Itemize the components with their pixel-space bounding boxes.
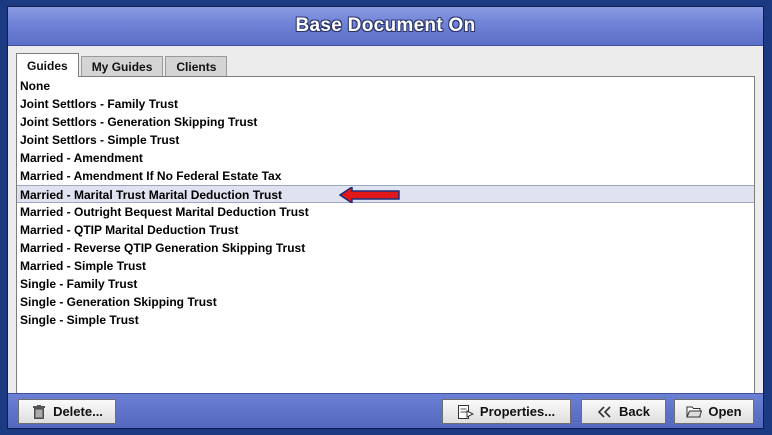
list-item[interactable]: Married - Simple Trust [17, 257, 754, 275]
list-item[interactable]: Married - Outright Bequest Marital Deduc… [17, 203, 754, 221]
tab-my-guides[interactable]: My Guides [80, 56, 164, 76]
list-item-none[interactable]: None [17, 77, 754, 95]
list-item-selected[interactable]: Married - Marital Trust Marital Deductio… [17, 185, 754, 203]
tab-strip: Guides My Guides Clients [16, 52, 229, 77]
list-item[interactable]: Joint Settlors - Simple Trust [17, 131, 754, 149]
properties-button-label: Properties... [479, 404, 556, 419]
window-title: Base Document On [295, 15, 476, 36]
list-item[interactable]: Married - Amendment [17, 149, 754, 167]
open-button-label: Open [708, 404, 742, 419]
list-item[interactable]: Married - Reverse QTIP Generation Skippi… [17, 239, 754, 257]
list-item[interactable]: Joint Settlors - Generation Skipping Tru… [17, 113, 754, 131]
tab-guides[interactable]: Guides [16, 53, 79, 77]
list-item[interactable]: Joint Settlors - Family Trust [17, 95, 754, 113]
back-button-label: Back [618, 404, 651, 419]
trash-icon [31, 404, 47, 420]
base-document-dialog: Base Document On Guides My Guides Client… [7, 6, 764, 429]
red-arrow-icon [339, 187, 400, 203]
list-item[interactable]: Married - Amendment If No Federal Estate… [17, 167, 754, 185]
button-bar: Delete... Properties... Back Open [8, 393, 763, 428]
list-item[interactable]: Single - Simple Trust [17, 311, 754, 329]
tab-clients[interactable]: Clients [165, 56, 228, 76]
back-button[interactable]: Back [581, 399, 666, 424]
open-button[interactable]: Open [674, 399, 754, 424]
list-item[interactable]: Single - Family Trust [17, 275, 754, 293]
open-folder-icon [686, 404, 703, 420]
delete-button[interactable]: Delete... [18, 399, 116, 424]
guides-list[interactable]: None Joint Settlors - Family Trust Joint… [16, 76, 755, 395]
list-item-label: Married - Marital Trust Marital Deductio… [20, 188, 283, 202]
list-item[interactable]: Single - Generation Skipping Trust [17, 293, 754, 311]
list-item[interactable]: Married - QTIP Marital Deduction Trust [17, 221, 754, 239]
delete-button-label: Delete... [53, 404, 103, 419]
properties-icon [457, 404, 474, 420]
title-bar: Base Document On [8, 7, 763, 46]
back-chevron-icon [597, 404, 613, 420]
properties-button[interactable]: Properties... [442, 399, 571, 424]
